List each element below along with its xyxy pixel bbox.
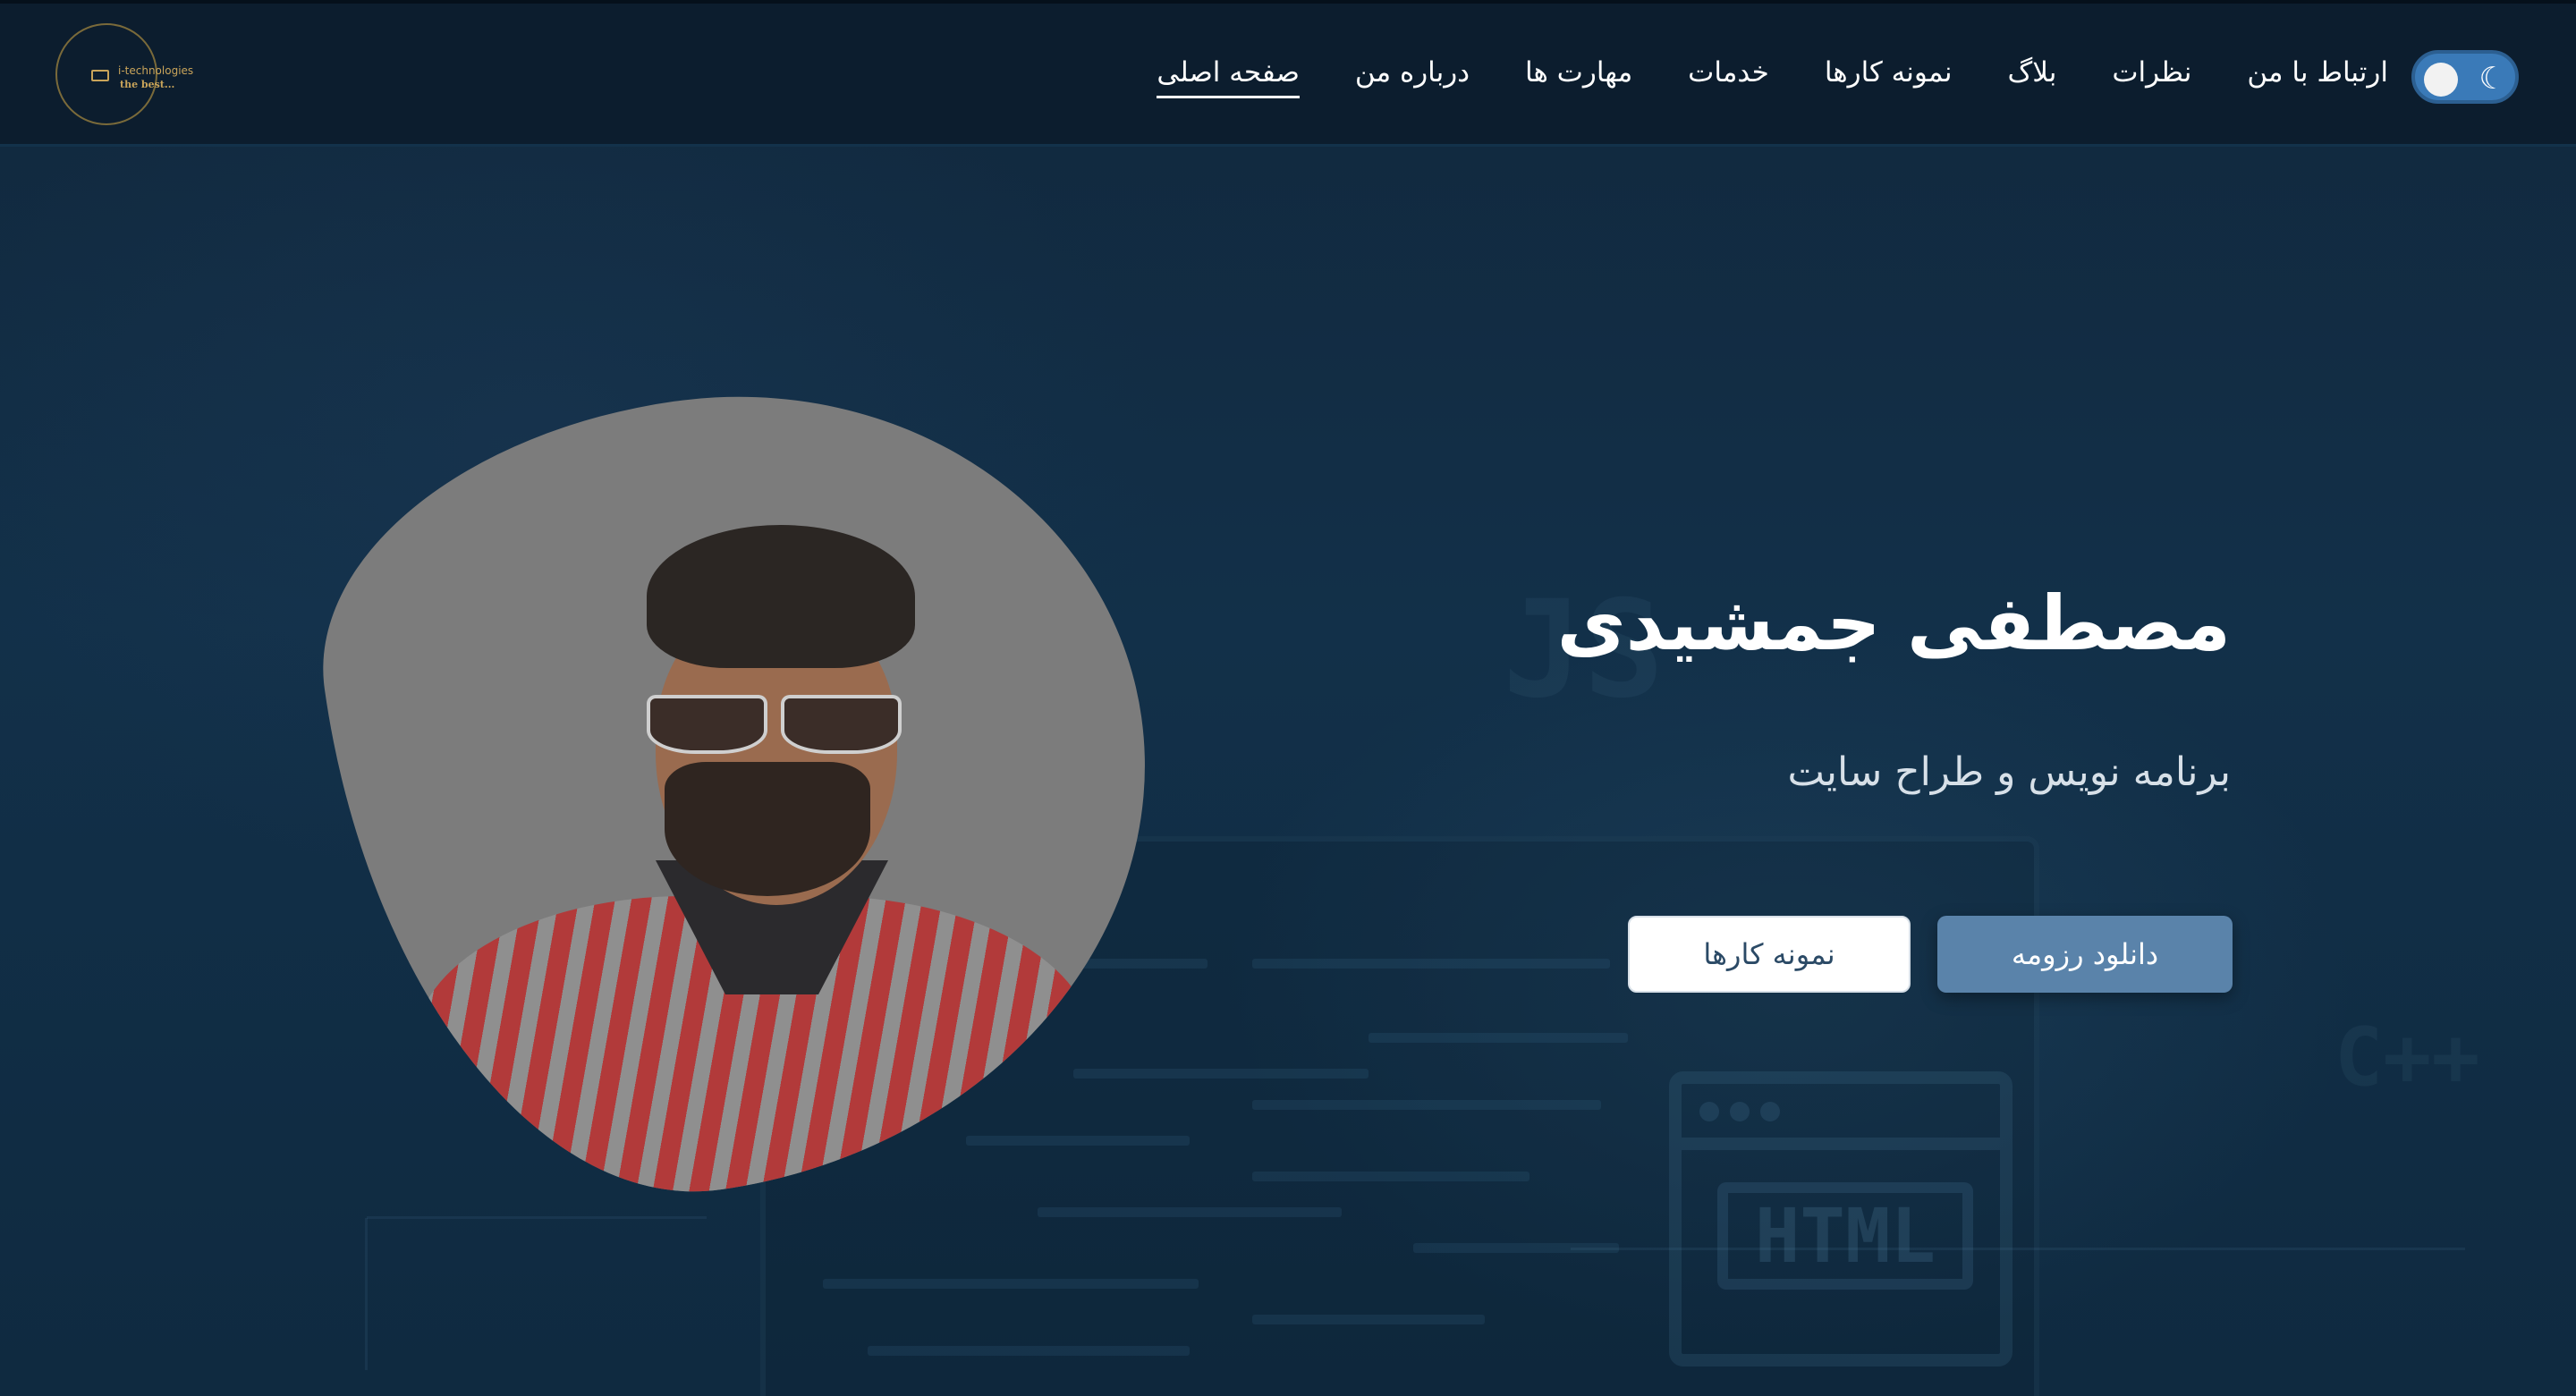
code-line [823,1279,1199,1289]
circuit-line [365,1218,369,1370]
portrait-sunglasses [629,695,902,757]
code-line [1252,1172,1530,1181]
nav-item-blog[interactable]: بلاگ [2007,53,2056,98]
code-line [868,1346,1190,1356]
code-line [1038,1207,1342,1217]
circuit-line [1571,1248,2465,1251]
portfolio-button[interactable]: نمونه کارها [1628,916,1911,993]
hero-role: برنامه نویس و طراح سایت [1787,749,2232,795]
hero-name: مصطفی جمشیدی [1556,580,2231,667]
logo-name: i-technologies [118,64,194,77]
laptop-icon [91,70,109,81]
window-bar [1682,1138,2000,1150]
lens [781,695,902,754]
code-line [1252,1315,1485,1324]
nav-item-services[interactable]: خدمات [1688,53,1769,98]
moon-icon: ☾ [2479,61,2506,97]
download-resume-button[interactable]: دانلود رزومه [1937,916,2233,993]
nav-item-home[interactable]: صفحه اصلی [1157,53,1300,98]
main-nav: صفحه اصلی درباره من مهارت ها خدمات نمونه… [1157,53,2388,98]
page: JS C++ HTML i-technologies the best... ص… [0,0,2576,1396]
portrait-hair [647,525,916,668]
portrait-beard [665,762,870,896]
profile-photo [292,343,1199,1235]
portrait [343,395,1148,1235]
window-dot [1699,1102,1719,1121]
bg-cpp-text: C++ [2334,1011,2480,1104]
nav-item-skills[interactable]: مهارت ها [1525,53,1632,98]
theme-toggle[interactable]: ☾ [2411,50,2519,104]
window-dot [1760,1102,1780,1121]
window-dot [1730,1102,1750,1121]
code-line [1368,1033,1628,1043]
code-line [1252,1100,1601,1110]
html-badge-illustration: HTML [1717,1182,1973,1290]
toggle-knob [2424,63,2458,97]
nav-item-testimonials[interactable]: نظرات [2112,53,2191,98]
nav-item-contact[interactable]: ارتباط با من [2247,53,2388,98]
code-line [1252,959,1610,969]
lens [647,695,767,754]
navbar: i-technologies the best... صفحه اصلی درب… [0,4,2576,147]
logo-tagline: the best... [120,79,175,90]
site-logo[interactable]: i-technologies the best... [55,23,193,125]
nav-item-about[interactable]: درباره من [1355,53,1470,98]
nav-item-portfolio[interactable]: نمونه کارها [1825,53,1953,98]
